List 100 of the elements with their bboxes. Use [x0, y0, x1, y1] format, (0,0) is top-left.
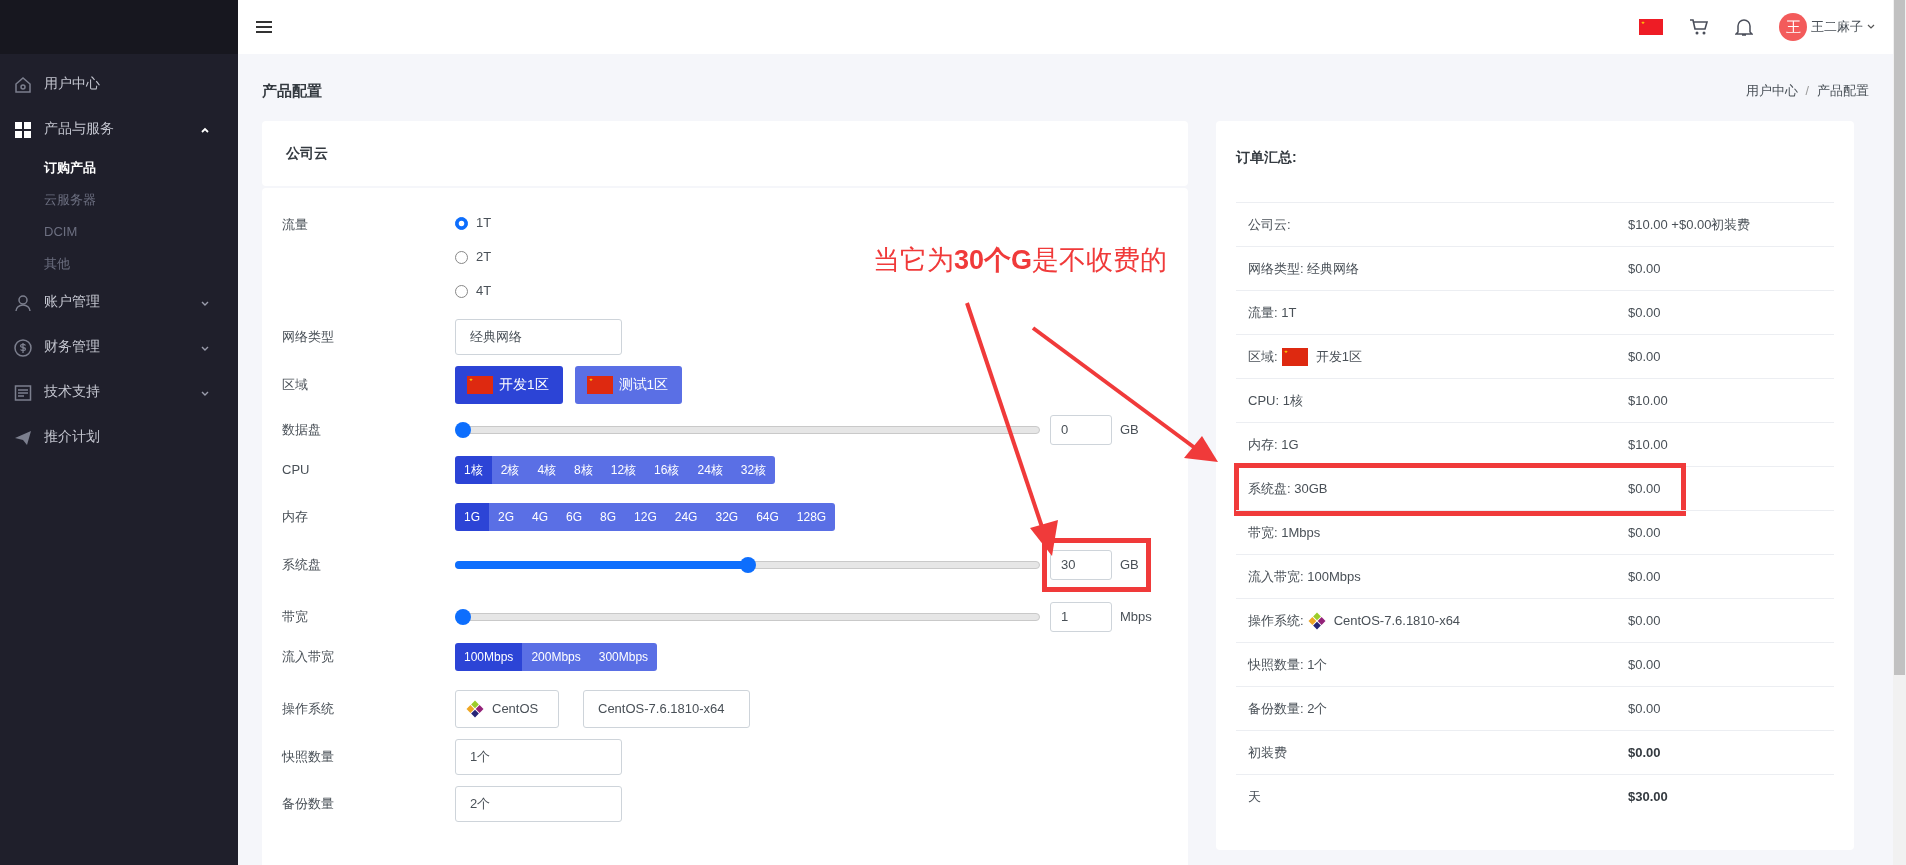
- input-field[interactable]: 1个: [455, 739, 622, 775]
- option-button[interactable]: 300Mbps: [589, 643, 658, 671]
- grid-icon: [14, 120, 32, 139]
- summary-value: $0.00: [1628, 655, 1661, 674]
- summary-value: $0.00: [1628, 259, 1661, 278]
- scrollbar[interactable]: [1893, 0, 1906, 865]
- summary-value: $0.00: [1628, 743, 1661, 762]
- radio-button[interactable]: [455, 284, 468, 298]
- flag-icon: [1281, 347, 1308, 366]
- summary-value: $30.00: [1628, 787, 1668, 806]
- option-button[interactable]: 12核: [601, 456, 646, 484]
- bell-icon[interactable]: [1735, 17, 1753, 37]
- region-button[interactable]: 测试1区: [574, 366, 683, 404]
- summary-value: $0.00: [1628, 347, 1661, 366]
- sidebar-subitem[interactable]: 订购产品: [0, 152, 238, 184]
- summary-text: 开发1区: [1315, 347, 1362, 366]
- option-button[interactable]: 32核: [731, 456, 776, 484]
- field-label: CPU: [282, 461, 311, 480]
- annotation-text: 当它为30个G是不收费的: [873, 244, 1168, 277]
- flag-icon: [586, 376, 613, 394]
- sidebar-item[interactable]: 技术支持: [0, 370, 238, 415]
- option-button[interactable]: 1G: [455, 503, 489, 531]
- sidebar-label[interactable]: 用户中心: [44, 74, 100, 95]
- option-button[interactable]: 8核: [565, 456, 602, 484]
- sidebar-label[interactable]: 推介计划: [44, 427, 100, 448]
- slider[interactable]: [455, 422, 1040, 438]
- unit-label: Mbps: [1120, 608, 1152, 627]
- card-title: 公司云: [286, 144, 328, 163]
- radio-button[interactable]: [455, 250, 468, 264]
- house-icon: [14, 75, 32, 94]
- radio-label: 2T: [476, 248, 492, 267]
- summary-value: $0.00: [1628, 611, 1661, 630]
- option-button[interactable]: 1核: [455, 456, 492, 484]
- summary-value: $0.00: [1628, 699, 1661, 718]
- summary-label: 带宽: 1Mbps: [1248, 523, 1321, 542]
- document-icon: [14, 383, 32, 402]
- radio-button[interactable]: [455, 216, 468, 230]
- summary-value: $10.00: [1628, 391, 1668, 410]
- summary-label: 快照数量: 1个: [1248, 655, 1328, 674]
- unit-label: GB: [1120, 556, 1139, 575]
- option-button[interactable]: 2核: [491, 456, 529, 484]
- number-field[interactable]: 0: [1050, 415, 1112, 445]
- input-field[interactable]: 2个: [455, 786, 622, 822]
- user-name[interactable]: 王二麻子: [1811, 17, 1863, 37]
- breadcrumb-item: 产品配置: [1817, 82, 1869, 100]
- sidebar-item[interactable]: 用户中心: [0, 62, 238, 107]
- menu-icon[interactable]: [256, 20, 272, 34]
- option-button[interactable]: 12G: [625, 503, 666, 531]
- number-field[interactable]: 30: [1050, 550, 1112, 580]
- option-button[interactable]: 8G: [591, 503, 626, 531]
- option-button[interactable]: 4核: [528, 456, 566, 484]
- option-button[interactable]: 24G: [665, 503, 707, 531]
- pinwheel-icon: [1307, 611, 1326, 630]
- sidebar-label[interactable]: 账户管理: [44, 292, 100, 313]
- summary-value: $10.00 +$0.00初装费: [1628, 215, 1751, 234]
- summary-label: 流入带宽: 100Mbps: [1248, 567, 1361, 586]
- option-button[interactable]: 128G: [787, 503, 836, 531]
- field-label: 网络类型: [282, 328, 335, 347]
- option-button[interactable]: 32G: [706, 503, 748, 531]
- slider[interactable]: [455, 609, 1040, 625]
- option-button[interactable]: 4G: [523, 503, 558, 531]
- sidebar-item[interactable]: 推介计划: [0, 415, 238, 460]
- cart-icon[interactable]: [1689, 18, 1709, 36]
- version-select[interactable]: CentOS-7.6.1810-x64: [583, 690, 750, 728]
- summary-value: $0.00: [1628, 523, 1661, 542]
- pinwheel-icon: [466, 700, 484, 718]
- unit-label: GB: [1120, 421, 1139, 440]
- option-button[interactable]: 200Mbps: [522, 643, 590, 671]
- sidebar-label[interactable]: 财务管理: [44, 337, 100, 358]
- summary-label: 操作系统:: [1248, 611, 1304, 630]
- os-select[interactable]: CentOS: [455, 690, 559, 728]
- breadcrumb-item[interactable]: 用户中心: [1745, 81, 1798, 101]
- summary-label: 流量: 1T: [1248, 303, 1297, 322]
- chevron-down-icon[interactable]: [1867, 24, 1875, 30]
- input-field[interactable]: 经典网络: [455, 319, 622, 355]
- person-icon: [14, 293, 32, 312]
- slider[interactable]: [455, 557, 1040, 573]
- sidebar-label[interactable]: 产品与服务: [44, 119, 114, 140]
- summary-label: 初装费: [1248, 743, 1287, 762]
- radio-label: 4T: [476, 282, 492, 301]
- option-button[interactable]: 64G: [747, 503, 788, 531]
- summary-value: $0.00: [1628, 303, 1661, 322]
- option-button[interactable]: 6G: [557, 503, 592, 531]
- sidebar-label[interactable]: 技术支持: [44, 382, 100, 403]
- field-label: 备份数量: [282, 795, 335, 814]
- region-button[interactable]: 开发1区: [455, 366, 563, 404]
- field-label: 操作系统: [282, 700, 335, 719]
- flag-icon: [467, 376, 493, 394]
- option-button[interactable]: 16核: [645, 456, 689, 484]
- option-button[interactable]: 100Mbps: [455, 643, 523, 671]
- sidebar-item[interactable]: 产品与服务: [0, 107, 238, 152]
- option-button[interactable]: 2G: [489, 503, 524, 531]
- field-label: 快照数量: [282, 748, 335, 767]
- summary-value: $0.00: [1628, 567, 1661, 586]
- summary-title: 订单汇总:: [1236, 148, 1298, 167]
- number-field[interactable]: 1: [1050, 602, 1112, 632]
- paper-plane-icon: [14, 428, 32, 447]
- option-button[interactable]: 24核: [688, 456, 732, 484]
- sidebar-item[interactable]: 财务管理: [0, 325, 238, 370]
- sidebar-item[interactable]: 账户管理: [0, 280, 238, 325]
